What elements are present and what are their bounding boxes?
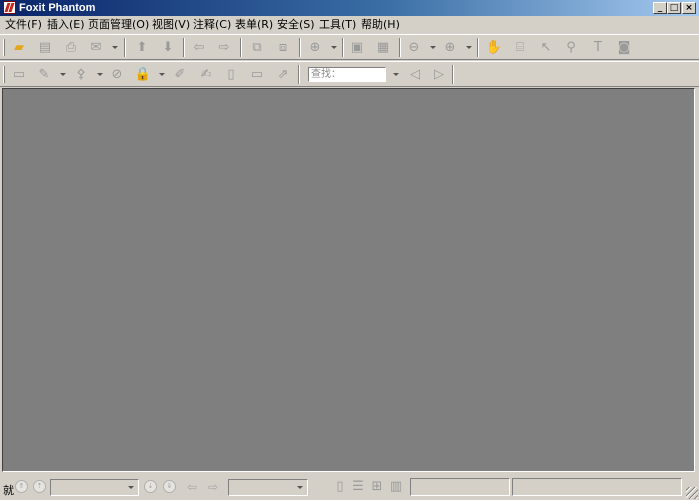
menu-bar: 文件(F) 插入(E) 页面管理(O) 视图(V) 注释(C) 表单(R) 安全… [0, 16, 699, 33]
history-forward-icon[interactable]: ⇨ [205, 479, 221, 495]
select-arrow-icon[interactable]: ↖ [536, 38, 556, 57]
menu-view[interactable]: 视图(V) [150, 17, 192, 32]
pin-icon[interactable]: ⇗ [273, 65, 293, 84]
first-page-icon[interactable]: ⇑ [15, 480, 28, 493]
title-bar[interactable]: Foxit Phantom _ □ × [0, 0, 699, 16]
previous-page-icon[interactable]: ⬆ [132, 38, 152, 57]
toolbar-separator [452, 65, 454, 84]
zoom-level-combo[interactable] [228, 479, 308, 496]
next-page-status-icon[interactable]: ⇣ [144, 480, 157, 493]
foxit-app-icon[interactable] [3, 1, 16, 14]
next-page-icon[interactable]: ⬇ [158, 38, 178, 57]
toolbar-separator [183, 38, 185, 57]
find-next-icon[interactable]: ▷ [429, 65, 449, 84]
toolbar-grip[interactable] [3, 66, 5, 83]
page-combo-arrow-icon [128, 486, 134, 489]
print-icon[interactable]: ⎙ [61, 38, 81, 57]
continuous-view-icon[interactable]: ☰ [351, 479, 365, 495]
find-input[interactable]: 查找： [308, 67, 386, 82]
hand-tool-icon[interactable]: ✋ [484, 38, 504, 57]
select-text-icon[interactable]: ⌸ [510, 38, 530, 57]
zoom-in-circle-icon[interactable]: ⊕ [440, 38, 460, 57]
find-previous-icon[interactable]: ◁ [405, 65, 425, 84]
status-panel-wide [512, 478, 682, 496]
email-dropdown-arrow[interactable] [112, 46, 118, 49]
lock-dropdown-arrow[interactable] [159, 73, 165, 76]
pencil-dropdown-arrow[interactable] [60, 73, 66, 76]
binoculars-icon[interactable]: ⚲ [561, 38, 581, 57]
forward-arrow-icon[interactable]: ⇨ [214, 38, 234, 57]
find-dropdown-arrow[interactable] [393, 73, 399, 76]
edit-document-icon[interactable]: ✐ [170, 65, 190, 84]
zoom-dropdown-arrow[interactable] [331, 46, 337, 49]
continuous-facing-view-icon[interactable]: ▥ [389, 479, 403, 495]
previous-page-status-icon[interactable]: ⇡ [33, 480, 46, 493]
stamp-icon[interactable]: ⚴ [71, 65, 91, 84]
last-page-icon[interactable]: ⇓ [163, 480, 176, 493]
toolbar-separator [240, 38, 242, 57]
text-box-icon[interactable]: ▯ [221, 65, 241, 84]
menu-form[interactable]: 表单(R) [233, 17, 275, 32]
main-toolbar: ▰ ▤ ⎙ ✉ ⬆ ⬇ ⇦ ⇨ ⧉ ⧈ ⊕ ▣ ▦ ⊖ ⊕ ✋ ⌸ ↖ ⚲ T … [0, 34, 699, 60]
zoom-in-dropdown-arrow[interactable] [466, 46, 472, 49]
menu-help[interactable]: 帮助(H) [359, 17, 402, 32]
status-text: 就 [3, 484, 14, 497]
edit-text-icon[interactable]: ✍ [196, 65, 216, 84]
menu-insert[interactable]: 插入(E) [45, 17, 87, 32]
email-icon[interactable]: ✉ [86, 38, 106, 57]
history-back-icon[interactable]: ⇦ [184, 479, 200, 495]
status-panel [410, 478, 510, 496]
toolbar-separator [477, 38, 479, 57]
toolbar-separator [399, 38, 401, 57]
maximize-button[interactable]: □ [667, 2, 681, 14]
menu-file[interactable]: 文件(F) [3, 17, 44, 32]
page-number-combo[interactable] [50, 479, 139, 496]
no-image-icon[interactable]: ⊘ [107, 65, 127, 84]
insert-page-icon[interactable]: ⧉ [247, 38, 267, 57]
status-bar: 就 ⇑ ⇡ ⇣ ⇓ ⇦ ⇨ ▯ ☰ ⊞ ▥ [0, 474, 699, 500]
fit-width-icon[interactable]: ▦ [373, 38, 393, 57]
toolbar-separator [299, 38, 301, 57]
zoom-out-circle-icon[interactable]: ⊖ [404, 38, 424, 57]
back-arrow-icon[interactable]: ⇦ [189, 38, 209, 57]
zoom-in-icon[interactable]: ⊕ [305, 38, 325, 57]
typewriter-icon[interactable]: T [588, 38, 608, 57]
menu-page-manage[interactable]: 页面管理(O) [86, 17, 151, 32]
facing-view-icon[interactable]: ⊞ [370, 479, 384, 495]
window-title: Foxit Phantom [19, 2, 96, 14]
menu-comment[interactable]: 注释(C) [191, 17, 233, 32]
single-page-view-icon[interactable]: ▯ [333, 479, 347, 495]
menu-security[interactable]: 安全(S) [275, 17, 317, 32]
toolbar-separator [124, 38, 126, 57]
comment-icon[interactable]: ▭ [247, 65, 267, 84]
toolbar-grip[interactable] [3, 39, 5, 56]
minimize-button[interactable]: _ [653, 2, 667, 14]
save-icon[interactable]: ▤ [35, 38, 55, 57]
lock-icon[interactable]: 🔒 [133, 65, 153, 84]
toolbar-separator [342, 38, 344, 57]
stamp-dropdown-arrow[interactable] [97, 73, 103, 76]
pencil-icon[interactable]: ✎ [34, 65, 54, 84]
extract-page-icon[interactable]: ⧈ [273, 38, 293, 57]
menu-tools[interactable]: 工具(T) [317, 17, 358, 32]
document-view-area[interactable] [2, 88, 695, 472]
snapshot-camera-icon[interactable]: ◙ [614, 38, 634, 57]
fit-page-icon[interactable]: ▣ [347, 38, 367, 57]
zoom-out-dropdown-arrow[interactable] [430, 46, 436, 49]
zoom-combo-arrow-icon [297, 486, 303, 489]
toolbar-separator [298, 65, 300, 84]
resize-grip[interactable] [686, 487, 698, 499]
application-window: Foxit Phantom _ □ × 文件(F) 插入(E) 页面管理(O) … [0, 0, 699, 500]
open-folder-icon[interactable]: ▰ [9, 38, 29, 57]
comment-toolbar: ▭ ✎ ⚴ ⊘ 🔒 ✐ ✍ ▯ ▭ ⇗ 查找： ◁ ▷ [0, 61, 699, 87]
note-icon[interactable]: ▭ [9, 65, 29, 84]
close-button[interactable]: × [682, 2, 696, 14]
